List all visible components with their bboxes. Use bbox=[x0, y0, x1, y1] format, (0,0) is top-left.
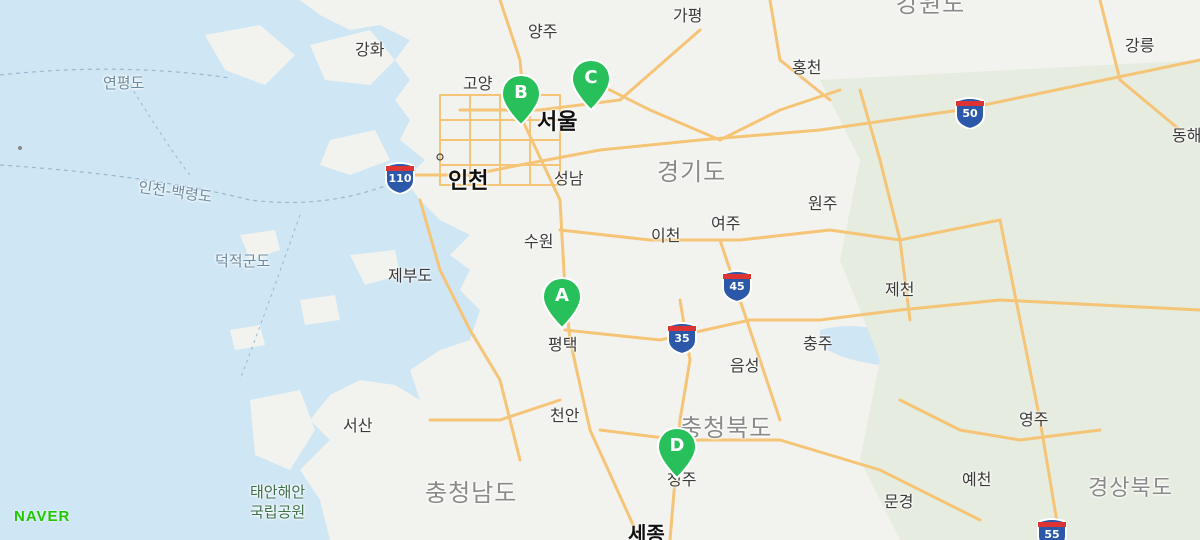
city-label-cheonan: 천안 bbox=[550, 406, 580, 425]
map-marker-a[interactable]: A bbox=[541, 276, 583, 330]
region-label-gyeongbuk: 경상북도 bbox=[1088, 476, 1173, 501]
highway-number: 55 bbox=[1044, 528, 1060, 540]
city-label-seongnam: 성남 bbox=[554, 169, 584, 188]
highway-number: 110 bbox=[388, 172, 412, 185]
marker-label: D bbox=[669, 435, 685, 456]
city-label-donghae: 동해 bbox=[1172, 126, 1200, 145]
island-label-deokjeok: 덕적군도 bbox=[215, 252, 271, 270]
city-label-suwon: 수원 bbox=[524, 232, 554, 251]
region-label-gangwon: 강원도 bbox=[896, 0, 966, 18]
marker-label: C bbox=[584, 67, 598, 88]
highway-shield-35: 35 bbox=[665, 320, 699, 354]
highway-number: 50 bbox=[962, 107, 978, 120]
city-label-mungyeong: 문경 bbox=[884, 492, 914, 511]
highway-number: 45 bbox=[729, 280, 745, 293]
city-label-pyeongtaek: 평택 bbox=[548, 335, 578, 354]
city-label-gangneung: 강릉 bbox=[1125, 36, 1155, 55]
city-label-hongcheon: 홍천 bbox=[792, 58, 822, 77]
city-label-incheon: 인천 bbox=[448, 169, 489, 194]
city-label-yeongju: 영주 bbox=[1019, 410, 1049, 429]
city-label-seosan: 서산 bbox=[343, 416, 373, 435]
city-label-chungju: 충주 bbox=[803, 334, 833, 353]
city-label-goyang: 고양 bbox=[463, 74, 493, 93]
city-label-icheon: 이천 bbox=[651, 226, 681, 245]
city-label-jecheon: 제천 bbox=[885, 280, 915, 299]
highway-shield-50: 50 bbox=[953, 95, 987, 129]
city-label-yecheon: 예천 bbox=[962, 470, 992, 489]
park-label-line-1: 태안해안 bbox=[250, 483, 306, 501]
highway-shield-55: 55 bbox=[1035, 516, 1069, 540]
city-label-ganghwa: 강화 bbox=[355, 40, 385, 59]
region-label-gyeonggi: 경기도 bbox=[657, 158, 727, 186]
city-label-yeoju: 여주 bbox=[711, 214, 741, 233]
map-marker-c[interactable]: C bbox=[570, 58, 612, 112]
map-marker-d[interactable]: D bbox=[656, 426, 698, 480]
naver-logo[interactable]: NAVER bbox=[14, 508, 70, 525]
region-label-chungnam: 충청남도 bbox=[425, 479, 518, 507]
park-label: 태안해안 국립공원 bbox=[250, 482, 305, 522]
map-view[interactable]: 서울 인천 고양 양주 가평 강화 성남 수원 이천 여주 홍천 원주 강릉 동… bbox=[0, 0, 1200, 540]
city-label-yangju: 양주 bbox=[528, 22, 558, 41]
marker-label: B bbox=[514, 82, 528, 103]
highway-shield-45: 45 bbox=[720, 268, 754, 302]
city-label-wonju: 원주 bbox=[808, 194, 838, 213]
island-label-yeonpyeong: 연평도 bbox=[103, 74, 145, 92]
city-label-eumseong: 음성 bbox=[730, 356, 760, 375]
city-label-gapyeong: 가평 bbox=[673, 6, 703, 25]
marker-label: A bbox=[555, 285, 569, 306]
island-label-jebu: 제부도 bbox=[388, 266, 433, 285]
map-marker-b[interactable]: B bbox=[500, 73, 542, 127]
park-label-line-2: 국립공원 bbox=[250, 503, 306, 521]
highway-number: 35 bbox=[674, 332, 690, 345]
city-label-sejong: 세종 bbox=[628, 522, 665, 540]
highway-shield-110: 110 bbox=[383, 160, 417, 194]
